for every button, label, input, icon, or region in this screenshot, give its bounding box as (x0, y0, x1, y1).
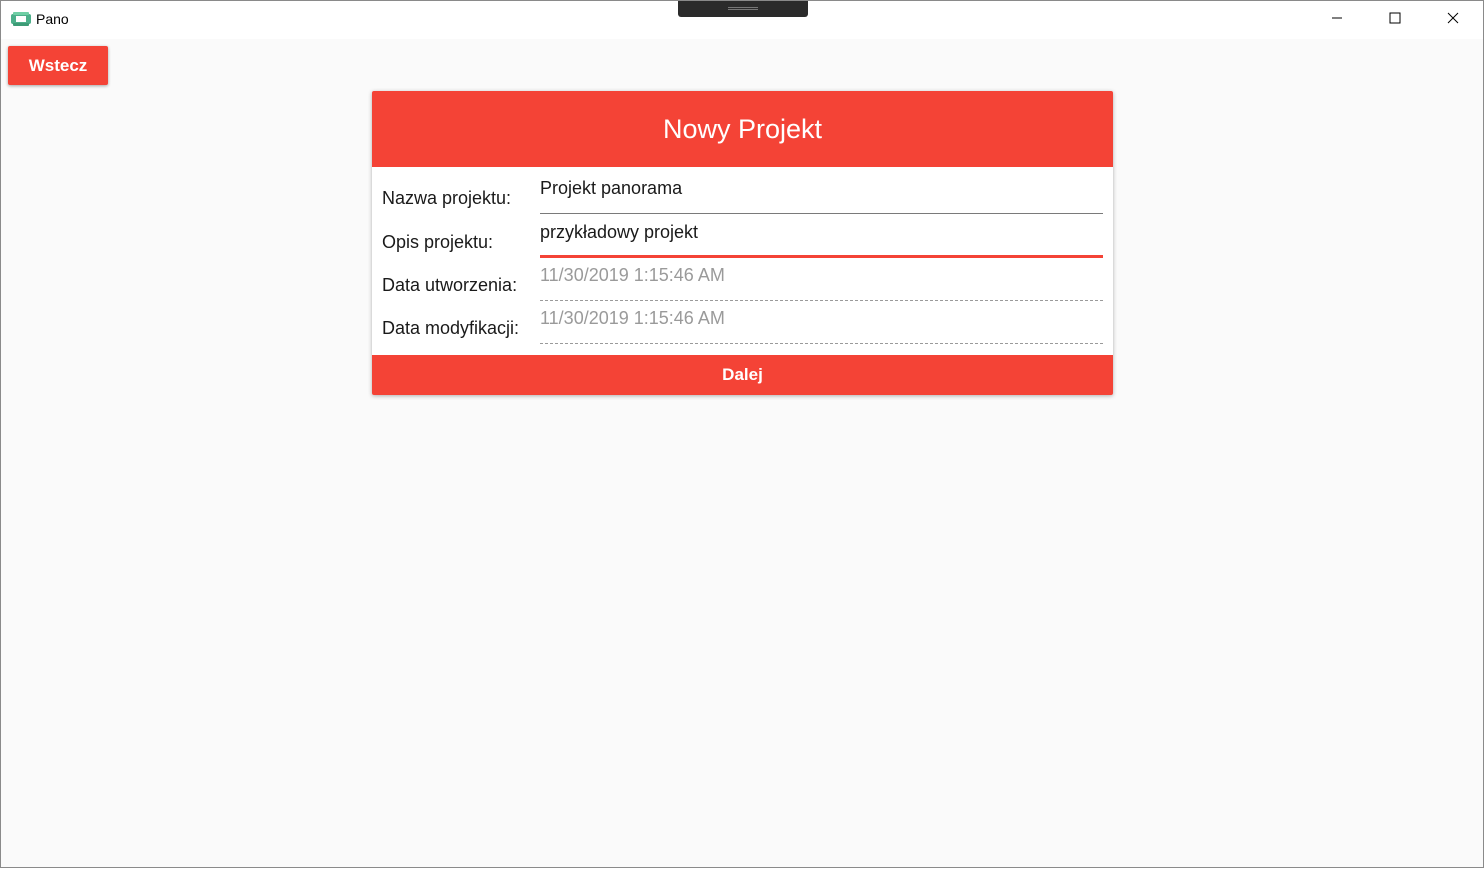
created-date-label: Data utworzenia: (382, 275, 518, 295)
next-button[interactable]: Dalej (372, 355, 1113, 395)
close-button[interactable] (1424, 1, 1482, 39)
project-description-input[interactable]: przykładowy projekt (540, 212, 1103, 258)
pano-360-icon (11, 12, 31, 26)
app-window: Pano Wstecz Nowy Projekt Nazwa projektu:… (0, 0, 1484, 868)
project-name-input[interactable]: Projekt panorama (540, 168, 1103, 214)
minimize-button[interactable] (1308, 1, 1366, 39)
modified-date-field: 11/30/2019 1:15:46 AM (540, 298, 1103, 344)
drag-handle[interactable] (678, 1, 808, 17)
grip-icon (728, 7, 758, 8)
maximize-icon (1389, 11, 1401, 29)
close-icon (1447, 11, 1459, 29)
modified-date-row: Data modyfikacji: 11/30/2019 1:15:46 AM (372, 308, 1113, 351)
title-bar[interactable]: Pano (1, 1, 1483, 39)
card-title: Nowy Projekt (372, 91, 1113, 167)
maximize-button[interactable] (1366, 1, 1424, 39)
minimize-icon (1331, 11, 1343, 29)
modified-date-label: Data modyfikacji: (382, 318, 520, 338)
back-button[interactable]: Wstecz (8, 46, 108, 85)
project-name-label: Nazwa projektu: (382, 188, 512, 208)
new-project-card: Nowy Projekt Nazwa projektu: Projekt pan… (372, 91, 1113, 395)
project-description-label: Opis projektu: (382, 232, 494, 252)
created-date-field: 11/30/2019 1:15:46 AM (540, 255, 1103, 301)
window-title: Pano (36, 11, 69, 27)
